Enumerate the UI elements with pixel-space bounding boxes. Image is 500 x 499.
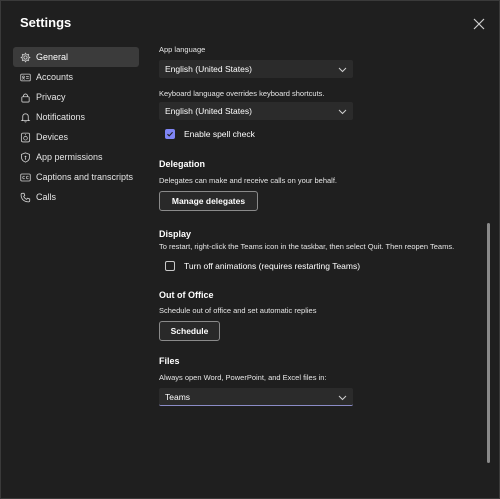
keyboard-language-dropdown[interactable]: English (United States) bbox=[159, 102, 353, 120]
chevron-down-icon bbox=[338, 393, 347, 401]
sidebar-item-devices[interactable]: Devices bbox=[13, 127, 139, 147]
phone-icon bbox=[20, 192, 31, 203]
sidebar-item-label: General bbox=[36, 52, 69, 62]
delegation-title: Delegation bbox=[159, 159, 206, 169]
devices-icon bbox=[20, 132, 31, 143]
content-scrollbar[interactable] bbox=[487, 223, 490, 463]
chevron-down-icon bbox=[338, 107, 347, 115]
settings-title: Settings bbox=[20, 15, 72, 30]
sidebar-item-label: Privacy bbox=[36, 92, 66, 102]
spell-check-row: Enable spell check bbox=[165, 129, 255, 139]
display-title: Display bbox=[159, 229, 192, 239]
display-description: To restart, right-click the Teams icon i… bbox=[159, 242, 455, 251]
out-of-office-description: Schedule out of office and set automatic… bbox=[159, 306, 317, 315]
sidebar-item-label: Captions and transcripts bbox=[36, 172, 134, 182]
sidebar-item-calls[interactable]: Calls bbox=[13, 187, 139, 207]
spell-check-checkbox[interactable] bbox=[165, 129, 175, 139]
captions-icon bbox=[20, 172, 31, 183]
keyboard-language-label: Keyboard language overrides keyboard sho… bbox=[159, 89, 325, 98]
lock-icon bbox=[20, 92, 31, 103]
out-of-office-title: Out of Office bbox=[159, 290, 214, 300]
accounts-card-icon bbox=[20, 72, 31, 83]
schedule-button[interactable]: Schedule bbox=[159, 321, 220, 341]
animations-row: Turn off animations (requires restarting… bbox=[165, 261, 360, 271]
chevron-down-icon bbox=[338, 65, 347, 73]
sidebar-item-notifications[interactable]: Notifications bbox=[13, 107, 139, 127]
app-language-value: English (United States) bbox=[165, 64, 252, 74]
bell-icon bbox=[20, 112, 31, 123]
manage-delegates-button[interactable]: Manage delegates bbox=[159, 191, 258, 211]
sidebar-item-label: Accounts bbox=[36, 72, 74, 82]
files-open-in-dropdown[interactable]: Teams bbox=[159, 388, 353, 406]
keyboard-language-value: English (United States) bbox=[165, 106, 252, 116]
sidebar-item-label: App permissions bbox=[36, 152, 103, 162]
sidebar-item-captions-and-transcripts[interactable]: Captions and transcripts bbox=[13, 167, 139, 187]
close-icon[interactable] bbox=[473, 17, 485, 30]
delegation-description: Delegates can make and receive calls on … bbox=[159, 176, 338, 185]
spell-check-label: Enable spell check bbox=[184, 129, 255, 139]
files-title: Files bbox=[159, 356, 180, 366]
checkmark-icon bbox=[167, 131, 173, 137]
gear-icon bbox=[20, 52, 31, 63]
files-description: Always open Word, PowerPoint, and Excel … bbox=[159, 373, 327, 382]
sidebar-item-label: Calls bbox=[36, 192, 57, 202]
sidebar-item-label: Devices bbox=[36, 132, 69, 142]
animations-label: Turn off animations (requires restarting… bbox=[184, 261, 361, 271]
shield-icon bbox=[20, 151, 31, 163]
sidebar-item-general[interactable]: General bbox=[13, 47, 139, 67]
sidebar-item-privacy[interactable]: Privacy bbox=[13, 87, 139, 107]
app-language-label: App language bbox=[159, 45, 206, 54]
settings-sidebar: General Accounts Privacy Notifications D… bbox=[13, 47, 139, 207]
app-language-dropdown[interactable]: English (United States) bbox=[159, 60, 353, 78]
sidebar-item-accounts[interactable]: Accounts bbox=[13, 67, 139, 87]
settings-window: Settings General Accounts Privacy Notifi… bbox=[0, 0, 500, 499]
animations-checkbox[interactable] bbox=[165, 261, 175, 271]
sidebar-item-label: Notifications bbox=[36, 112, 86, 122]
sidebar-item-app-permissions[interactable]: App permissions bbox=[13, 147, 139, 167]
files-open-in-value: Teams bbox=[165, 391, 191, 402]
